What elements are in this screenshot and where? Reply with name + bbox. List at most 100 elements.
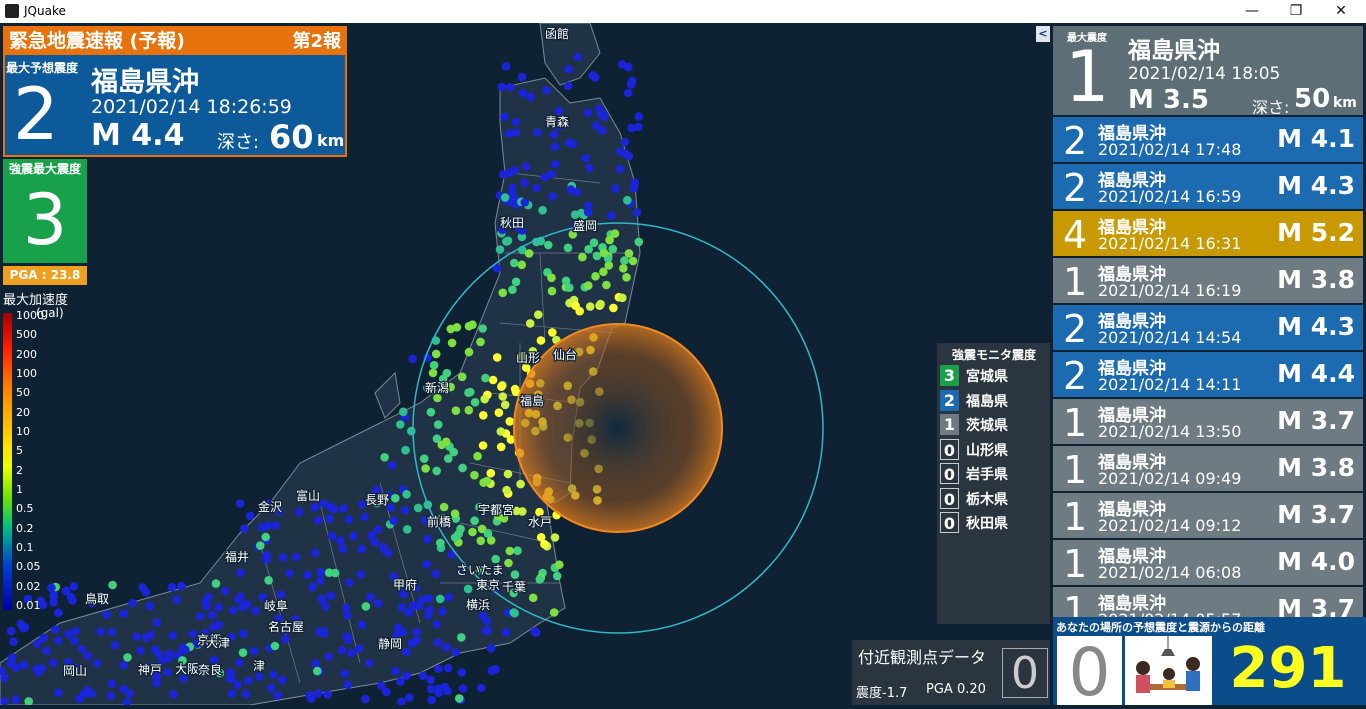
station-dot <box>291 552 301 562</box>
station-dot <box>426 675 435 685</box>
history-item[interactable]: 2 福島県沖 2021/02/14 14:54 M 4.3 <box>1053 305 1363 351</box>
station-dot <box>547 286 557 296</box>
nearby-title: 付近観測点データ <box>858 648 987 667</box>
station-dot <box>330 568 340 578</box>
map-city-label: 鳥取 <box>85 591 109 606</box>
station-dot <box>268 670 278 679</box>
station-dot <box>356 570 366 579</box>
history-item[interactable]: 1 福島県沖 2021/02/14 13:50 M 3.7 <box>1053 399 1363 445</box>
history-item[interactable]: 2 福島県沖 2021/02/14 16:59 M 4.3 <box>1053 164 1363 210</box>
station-dot <box>424 611 433 620</box>
scale-tick-label: 0.05 <box>16 560 41 574</box>
station-dot <box>421 464 430 473</box>
family-illustration-icon <box>1125 636 1212 705</box>
monitor-intensity-box: 1 <box>940 414 959 435</box>
station-dot <box>343 680 353 690</box>
station-dot <box>488 375 498 385</box>
app-icon <box>5 4 19 18</box>
station-dot <box>584 244 593 254</box>
minimize-button[interactable]: — <box>1229 0 1275 23</box>
station-dot <box>373 598 383 608</box>
station-dot <box>520 178 529 188</box>
station-dot <box>6 626 16 636</box>
latest-depth-label: 深さ: <box>1252 98 1290 117</box>
station-dot <box>628 256 638 266</box>
station-dot <box>486 644 496 653</box>
history-intensity: 2 <box>1063 166 1088 210</box>
station-dot <box>620 256 629 265</box>
station-dot <box>622 273 631 282</box>
station-dot <box>470 398 480 407</box>
station-dot <box>534 310 543 320</box>
eew-depth-unit: km <box>317 131 345 150</box>
station-dot <box>550 142 560 151</box>
station-dot <box>432 466 442 476</box>
eew-depth: 60 <box>269 118 314 156</box>
station-dot <box>431 569 441 579</box>
station-dot <box>83 685 92 695</box>
station-dot <box>391 666 400 676</box>
station-dot <box>119 684 129 694</box>
station-dot <box>145 601 155 611</box>
maximize-button[interactable]: ❐ <box>1273 0 1319 23</box>
map-city-label: 新潟 <box>425 380 449 395</box>
station-dot <box>128 598 137 608</box>
station-dot <box>549 608 559 617</box>
station-dot <box>570 210 580 219</box>
title-bar: JQuake — ❐ ✕ <box>0 0 1366 23</box>
station-dot <box>387 461 397 470</box>
station-dot <box>402 490 411 499</box>
station-dot <box>357 544 367 554</box>
history-item[interactable]: 1 福島県沖 2021/02/14 06:08 M 4.0 <box>1053 540 1363 586</box>
station-dot <box>544 240 553 250</box>
close-button[interactable]: ✕ <box>1318 0 1364 23</box>
history-item[interactable]: 2 福島県沖 2021/02/14 17:48 M 4.1 <box>1053 117 1363 163</box>
station-dot <box>168 631 178 640</box>
station-dot <box>441 437 451 447</box>
map-city-label: 大津 <box>206 636 230 650</box>
collapse-panel-button[interactable]: < <box>1036 26 1050 42</box>
station-dot <box>497 382 506 392</box>
monitor-intensity-box: 0 <box>940 487 959 509</box>
station-dot <box>238 648 248 657</box>
station-dot <box>433 638 443 647</box>
history-item[interactable]: 1福島県沖2021/02/14 05:57M 3.7 <box>1053 587 1363 617</box>
station-dot <box>412 636 421 645</box>
station-dot <box>6 659 16 668</box>
scale-tick-label: 1000 <box>16 309 44 322</box>
station-dot <box>271 521 280 530</box>
station-dot <box>308 582 317 592</box>
station-dot <box>599 248 609 258</box>
station-dot <box>96 627 106 636</box>
map-city-label: 奈良 <box>198 662 222 677</box>
station-dot <box>119 609 128 618</box>
station-dot <box>551 159 560 169</box>
station-dot <box>549 130 558 140</box>
history-item[interactable]: 1 福島県沖 2021/02/14 09:49 M 3.8 <box>1053 446 1363 492</box>
latest-quake-panel[interactable]: 最大震度 1 福島県沖 2021/02/14 18:05 M 3.5 深さ: 5… <box>1053 26 1363 117</box>
monitor-panel: 強震モニタ震度 3 宮城県 2 福島県 1 茨城県 0 山形県 0 岩手県 0 栃木県 0 秋田県 <box>937 343 1050 624</box>
station-dot <box>627 123 636 133</box>
station-dot <box>619 264 628 273</box>
station-dot <box>316 567 325 577</box>
history-item[interactable]: 1 福島県沖 2021/02/14 09:12 M 3.7 <box>1053 493 1363 539</box>
quake-history-list[interactable]: 2 福島県沖 2021/02/14 17:48 M 4.1 2 福島県沖 2021/02/1… <box>1053 117 1363 617</box>
history-item[interactable]: 1 福島県沖 2021/02/14 16:19 M 3.8 <box>1053 258 1363 304</box>
station-dot <box>630 178 640 187</box>
station-dot <box>412 627 422 637</box>
station-dot <box>500 400 510 410</box>
scale-tick-label: 10 <box>16 425 30 438</box>
station-dot <box>423 534 432 544</box>
station-dot <box>518 88 528 98</box>
monitor-intensity-box: 0 <box>940 512 959 533</box>
station-dot <box>591 272 600 281</box>
history-intensity: 1 <box>1063 260 1088 304</box>
station-dot <box>624 249 634 258</box>
history-item[interactable]: 2 福島県沖 2021/02/14 14:11 M 4.4 <box>1053 352 1363 398</box>
station-dot <box>281 635 290 644</box>
station-dot <box>61 586 71 596</box>
history-item[interactable]: 4 福島県沖 2021/02/14 16:31 M 5.2 <box>1053 211 1363 257</box>
monitor-intensity-box: 0 <box>940 438 959 460</box>
monitor-prefecture: 山形県 <box>966 442 1008 459</box>
station-dot <box>446 324 456 334</box>
